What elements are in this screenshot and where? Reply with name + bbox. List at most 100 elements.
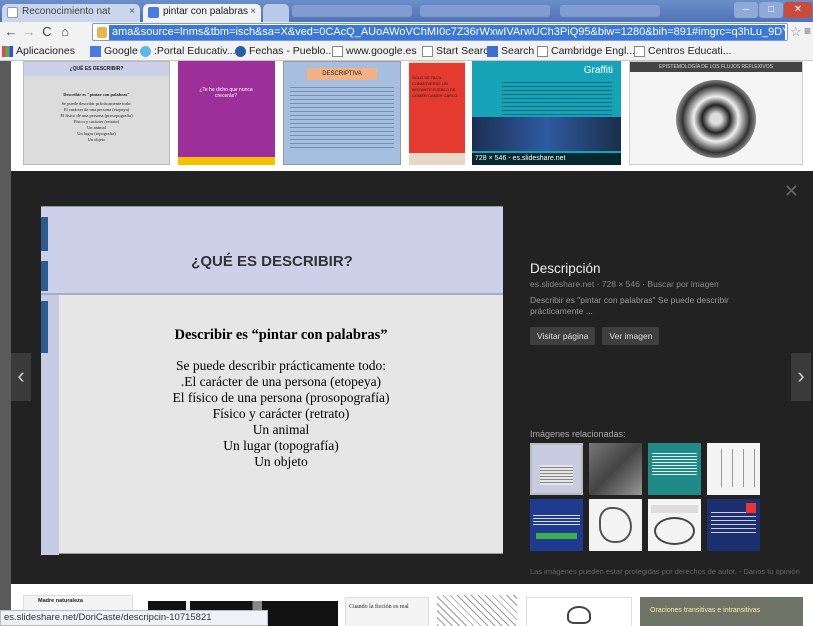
slide-line: El físico de una persona (prosopografía) (172, 390, 390, 405)
slide-header (41, 207, 503, 295)
result-thumb-bottom-3[interactable]: Cuando la ficción es real (345, 597, 429, 626)
status-url-tooltip: es.slideshare.net/DoriCaste/descripcin-1… (0, 610, 268, 626)
bookmark-google[interactable]: Google (90, 45, 138, 57)
result-thumb-4[interactable]: SOLO SE FACIL CONMOVERSE UN INSTANTE PUE… (409, 61, 465, 165)
page-icon (422, 46, 433, 57)
bookmark-star-icon[interactable]: ☆ (790, 24, 802, 40)
thumb-text-block (502, 79, 612, 115)
thumb-text: SOLO SE FACIL CONMOVERSE UN INSTANTE PUE… (412, 75, 458, 98)
new-tab-button[interactable] (263, 4, 289, 22)
related-thumb-title (651, 505, 698, 513)
drawing-icon (567, 606, 591, 624)
bookmark-portal[interactable]: :Portal Educativ... (140, 45, 236, 57)
result-thumb-5[interactable]: Graffiti 728 × 546 - es.slideshare.net (472, 61, 621, 165)
close-icon[interactable]: ✕ (784, 181, 799, 202)
bookmark-cambridge[interactable]: Cambridge Engl... (537, 45, 635, 57)
close-icon[interactable]: × (250, 6, 256, 17)
result-thumb-bottom-5[interactable] (526, 597, 632, 626)
thumb-title: Graffiti (583, 65, 613, 76)
related-thumb-1[interactable] (530, 443, 583, 495)
home-button[interactable]: ⌂ (58, 24, 72, 40)
image-meta[interactable]: es.slideshare.net · 728 × 546 · Buscar p… (530, 279, 790, 289)
tab-label: pintar con palabras (163, 6, 249, 17)
page-icon (634, 46, 645, 57)
image-viewer-panel: ✕ ‹ › ¿QUÉ ES DESCRIBIR? Describir es “p… (11, 171, 813, 584)
related-thumb-bar (536, 533, 577, 539)
thumb-text: Cuando la ficción es real (349, 604, 409, 610)
page-icon (7, 7, 18, 18)
result-thumb-bottom-6[interactable]: Oraciones transitivas e intransitivas (640, 597, 803, 626)
thumb-text: Madre naturaleza (38, 598, 83, 604)
related-images-label: Imágenes relacionadas: (530, 429, 626, 439)
page-icon (332, 46, 343, 57)
image-title[interactable]: Descripción (530, 261, 790, 276)
visit-page-button[interactable]: Visitar página (530, 327, 596, 345)
thumb-title: ¿QUÉ ES DESCRIBIR? (24, 62, 169, 76)
result-thumb-3[interactable]: DESCRIPTIVA (283, 61, 401, 165)
slide-accent-mark (41, 301, 48, 353)
related-thumb-8[interactable] (707, 499, 760, 551)
view-image-button[interactable]: Ver imagen (602, 327, 660, 345)
thumb-line: Describir es "pintar con palabras" (63, 92, 130, 97)
related-thumb-text (652, 451, 697, 475)
google-icon (90, 46, 101, 57)
prev-arrow-button[interactable]: ‹ (11, 353, 31, 401)
slide-line: Un animal (252, 422, 310, 437)
related-thumb-4[interactable] (707, 443, 760, 495)
maximize-button[interactable]: □ (759, 2, 783, 18)
thumb-text: Oraciones transitivas e intransitivas (650, 607, 761, 614)
thumb-title: DESCRIPTIVA (307, 68, 377, 80)
thumb-text: ¿Te he dicho que nunca crecerás? (199, 87, 253, 99)
related-thumb-text (533, 513, 580, 525)
image-description: Describir es "pintar con palabras" Se pu… (530, 295, 729, 316)
address-bar[interactable]: ama&source=lnms&tbm=isch&sa=X&ved=0CAcQ_… (92, 23, 788, 41)
browser-toolbar: ← → C ⌂ ama&source=lnms&tbm=isch&sa=X&ve… (0, 22, 813, 42)
minimize-button[interactable]: – (734, 2, 758, 18)
result-thumb-bottom-4[interactable] (437, 595, 517, 626)
wikipedia-icon (235, 46, 246, 57)
bookmark-label: www.google.es (346, 45, 417, 57)
result-thumb-1[interactable]: ¿QUÉ ES DESCRIBIR? Describir es "pintar … (23, 61, 170, 165)
thumb-title: EPISTEMOLOGÍA DE LOS FLUJOS REFLEXIVOS (630, 62, 802, 72)
thumb-caption: 728 × 546 - es.slideshare.net (472, 153, 621, 165)
bookmark-label: Google (104, 45, 138, 57)
related-thumb-2[interactable] (589, 443, 642, 495)
tab-pintar-con-palabras[interactable]: pintar con palabras × (143, 4, 261, 22)
related-thumb-6[interactable] (589, 499, 642, 551)
result-thumb-2[interactable]: ¿Te he dicho que nunca crecerás? (178, 61, 275, 165)
slide-line: Físico y carácter (retrato) (212, 406, 350, 421)
bookmark-label: Centros Educati... (648, 45, 732, 57)
slide-line: Se puede describir prácticamente todo: (176, 358, 386, 373)
reload-button[interactable]: C (40, 24, 54, 40)
close-icon[interactable]: × (129, 6, 135, 17)
related-thumb-5[interactable] (530, 499, 583, 551)
tab-reconocimiento[interactable]: Reconocimiento nat × (2, 4, 140, 22)
preview-slide[interactable]: ¿QUÉ ES DESCRIBIR? Describir es “pintar … (41, 206, 503, 555)
window-close-button[interactable]: ✕ (784, 2, 812, 18)
bookmark-centros[interactable]: Centros Educati... (634, 45, 731, 57)
image-search-page: ¿QUÉ ES DESCRIBIR? Describir es "pintar … (11, 61, 813, 626)
back-button[interactable]: ← (4, 24, 18, 40)
blurred-tab (420, 5, 550, 17)
bookmark-label: :Portal Educativ... (154, 45, 236, 57)
forward-button[interactable]: → (22, 24, 36, 40)
bookmark-search[interactable]: Search (487, 45, 534, 57)
copyright-disclaimer[interactable]: Las imágenes pueden estar protegidas por… (530, 567, 800, 576)
bookmark-label: Fechas - Pueblo... (249, 45, 335, 57)
slide-line: .El carácter de una persona (etopeya) (180, 374, 382, 389)
address-url[interactable]: ama&source=lnms&tbm=isch&sa=X&ved=0CAcQ_… (109, 25, 785, 40)
related-thumb-mark (746, 503, 756, 513)
bookmark-start-search[interactable]: Start Search (422, 45, 494, 57)
bookmark-aplicaciones[interactable]: Aplicaciones (2, 45, 75, 57)
search-bm-icon (487, 46, 498, 57)
next-arrow-button[interactable]: › (791, 353, 811, 401)
menu-icon[interactable]: ≡ (804, 24, 811, 38)
bookmark-google-es[interactable]: www.google.es (332, 45, 417, 57)
slide-body: Describir es “pintar con palabras” Se pu… (59, 327, 503, 470)
related-thumb-7[interactable] (648, 499, 701, 551)
bookmark-fechas[interactable]: Fechas - Pueblo... (235, 45, 334, 57)
result-thumb-6[interactable]: EPISTEMOLOGÍA DE LOS FLUJOS REFLEXIVOS (629, 61, 803, 165)
bookmarks-bar: Aplicaciones Google :Portal Educativ... … (0, 42, 813, 61)
related-thumb-3[interactable] (648, 443, 701, 495)
apps-icon (2, 46, 13, 57)
